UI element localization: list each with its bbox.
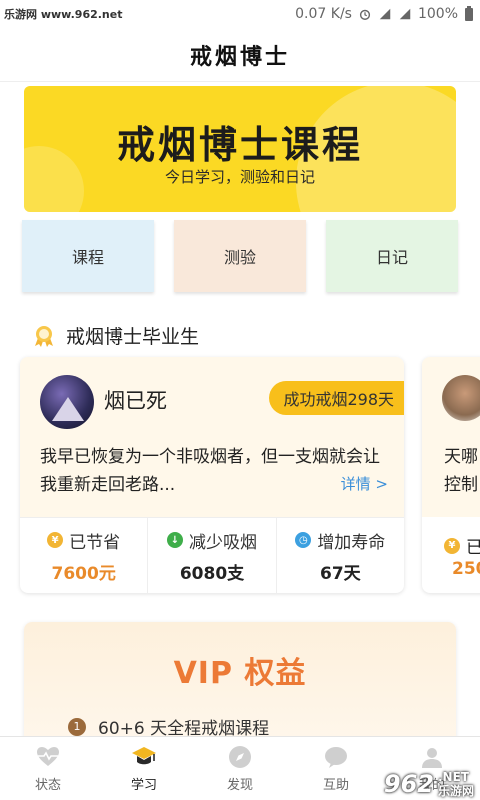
watermark-logo: 962 bbox=[383, 770, 434, 798]
vip-card[interactable]: VIP 权益 1 60+6 天全程戒烟课程 bbox=[24, 622, 456, 752]
alarm-icon bbox=[359, 9, 371, 20]
down-arrow-icon: ↓ bbox=[166, 532, 183, 548]
battery-level: 100% bbox=[417, 6, 458, 22]
success-badge: 成功戒烟298天 bbox=[269, 381, 404, 415]
app-header: 戒烟博士 bbox=[0, 28, 480, 82]
stat-value: 6080支 bbox=[179, 563, 245, 584]
user-icon bbox=[422, 748, 442, 768]
signal-icon bbox=[379, 8, 391, 20]
chat-icon bbox=[325, 747, 347, 768]
yen-icon: ¥ bbox=[47, 532, 64, 548]
stat-value: 67天 bbox=[319, 563, 361, 584]
avatar bbox=[442, 375, 480, 421]
tab-label: 发现 bbox=[226, 778, 253, 793]
graduate-quote: 天哪 控制 bbox=[444, 443, 478, 499]
graduate-name: 烟已死 bbox=[104, 389, 167, 413]
tab-label: 学习 bbox=[130, 778, 157, 793]
page-title: 戒烟博士 bbox=[189, 43, 290, 70]
tab-discover[interactable]: 发现 bbox=[192, 737, 288, 800]
stat-value: 250 bbox=[452, 559, 480, 579]
stat-reduced: ↓ 减少吸烟 6080支 bbox=[148, 518, 277, 593]
graduate-card-next[interactable]: 天哪 控制 ¥ 已 250 bbox=[422, 357, 480, 593]
tab-label: 状态 bbox=[34, 778, 61, 793]
stat-saved: ¥ 已 bbox=[444, 533, 480, 558]
quote-line: 天哪 bbox=[444, 447, 478, 467]
stat-life: ◷ 增加寿命 67天 bbox=[277, 518, 404, 593]
network-speed: 0.07 K/s bbox=[295, 6, 352, 22]
compass-icon bbox=[229, 746, 251, 768]
battery-icon bbox=[465, 6, 473, 21]
watermark-line: 乐游网 bbox=[437, 784, 474, 798]
avatar bbox=[40, 375, 94, 429]
stat-label: 增加寿命 bbox=[317, 532, 386, 553]
banner-subtitle: 今日学习，测验和日记 bbox=[164, 168, 315, 186]
graduate-card[interactable]: 烟已死 成功戒烟298天 我早已恢复为一个非吸烟者，但一支烟就会让我重新走回老路… bbox=[20, 357, 404, 593]
section-title: 戒烟博士毕业生 bbox=[66, 326, 200, 348]
banner-title: 戒烟博士课程 bbox=[116, 123, 363, 167]
tab-status[interactable]: 状态 bbox=[0, 737, 96, 800]
watermark-line: .NET bbox=[437, 770, 469, 784]
medal-icon bbox=[35, 325, 53, 347]
tile-diary[interactable]: 日记 bbox=[326, 220, 458, 292]
stat-label: 已 bbox=[466, 538, 480, 558]
tab-mutual-help[interactable]: 互助 bbox=[288, 737, 384, 800]
signal-icon-2 bbox=[399, 8, 411, 20]
course-banner[interactable]: 戒烟博士课程 今日学习，测验和日记 bbox=[24, 86, 456, 212]
vip-title: VIP 权益 bbox=[173, 656, 307, 691]
tile-course[interactable]: 课程 bbox=[22, 220, 154, 292]
yen-icon: ¥ bbox=[444, 537, 460, 554]
stat-value: 7600元 bbox=[51, 563, 116, 584]
quote-line: 控制 bbox=[444, 475, 478, 495]
graduates-heading: 戒烟博士毕业生 bbox=[32, 322, 199, 349]
feature-tiles: 课程 测验 日记 bbox=[22, 220, 458, 292]
tab-label: 互助 bbox=[322, 778, 349, 793]
site-watermark: 962 .NET 乐游网 bbox=[384, 770, 474, 798]
benefit-number: 1 bbox=[68, 717, 86, 736]
stat-saved: ¥ 已节省 7600元 bbox=[20, 518, 149, 593]
watermark-site: .NET 乐游网 bbox=[438, 770, 474, 798]
status-bar: 乐游网 www.962.net 0.07 K/s 100% bbox=[0, 0, 480, 28]
graduate-stats: ¥ 已节省 7600元 ↓ 减少吸烟 6080支 ◷ 增加寿命 67天 bbox=[20, 517, 404, 593]
tile-quiz[interactable]: 测验 bbox=[174, 220, 306, 292]
tab-study[interactable]: 学习 bbox=[96, 737, 192, 800]
stat-label: 已节省 bbox=[69, 532, 121, 553]
heartbeat-icon bbox=[37, 747, 59, 766]
graduation-cap-icon bbox=[132, 747, 156, 765]
status-right: 0.07 K/s 100% bbox=[295, 6, 474, 22]
graduate-quote: 我早已恢复为一个非吸烟者，但一支烟就会让我重新走回老路... bbox=[40, 447, 380, 495]
clock-icon: ◷ bbox=[295, 532, 312, 548]
stat-label: 减少吸烟 bbox=[188, 532, 257, 553]
details-link[interactable]: 详情 > bbox=[341, 473, 388, 494]
status-left-text: 乐游网 www.962.net bbox=[4, 8, 123, 21]
